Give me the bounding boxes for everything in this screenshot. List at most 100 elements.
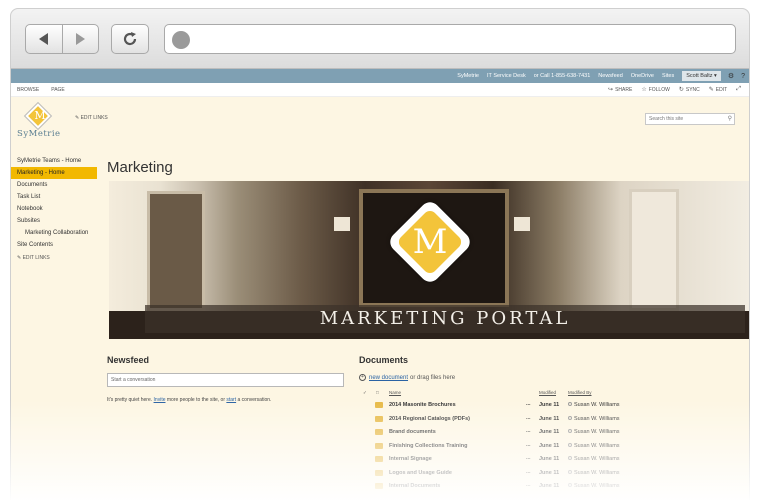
document-name[interactable]: Logos and Usage Guide (389, 470, 452, 476)
presence-icon (568, 402, 572, 406)
ribbon-actions: ↪ SHARE ☆ FOLLOW ↻ SYNC ✎ EDIT ⤢ (599, 86, 743, 93)
modified-by-name[interactable]: Susan W. Williams (574, 470, 620, 476)
ellipsis-menu[interactable]: ... (526, 415, 531, 421)
reload-icon (123, 32, 137, 46)
new-document-row: + new document or drag files here (359, 374, 455, 381)
table-row[interactable]: 2014 Regional Catalogs (PDFs)... June 11 S… (361, 413, 741, 427)
nav-edit-links-label: EDIT LINKS (22, 255, 50, 261)
plus-icon[interactable]: + (359, 374, 366, 381)
table-row[interactable]: Brand documents... June 11 Susan W. Willia… (361, 426, 741, 440)
table-row[interactable]: 2014 Masonite Brochures... June 11 Susan W… (361, 399, 741, 413)
edit-button[interactable]: ✎ EDIT (709, 86, 727, 94)
conversation-input[interactable]: Start a conversation (107, 373, 344, 387)
presence-icon (568, 469, 572, 474)
document-name[interactable]: 2014 Regional Catalogs (PDFs) (389, 416, 470, 422)
document-name[interactable]: Brand documents (389, 429, 436, 435)
banner-door-right (629, 189, 679, 311)
modified-by-name[interactable]: Susan W. Williams (574, 483, 620, 489)
modified-by-name[interactable]: Susan W. Williams (574, 456, 620, 462)
nav-item-marketing-home[interactable]: Marketing - Home (11, 167, 97, 179)
nav-edit-links[interactable]: ✎ EDIT LINKS (11, 255, 97, 261)
gear-icon[interactable]: ⚙ (728, 72, 734, 80)
modified-by-name[interactable]: Susan W. Williams (574, 402, 620, 408)
tab-browse[interactable]: BROWSE (17, 87, 39, 93)
table-row[interactable]: Internal Documents... June 11 Susan W. Wil… (361, 480, 741, 494)
document-name[interactable]: Internal Signage (389, 456, 432, 462)
nav-item-notebook[interactable]: Notebook (11, 203, 97, 215)
presence-icon (568, 456, 572, 460)
user-menu[interactable]: Scott Baltz ▾ (682, 71, 721, 81)
folder-icon (375, 442, 383, 449)
reload-button[interactable] (111, 24, 149, 54)
table-row[interactable]: Logos and Usage Guide... June 11 Susan W. … (361, 467, 741, 481)
newsfeed-note: It's pretty quiet here. Invite more peop… (107, 397, 271, 403)
search-icon[interactable]: ⚲ (728, 115, 732, 122)
document-name[interactable]: 2014 Masonite Brochures (389, 402, 456, 408)
ribbon-bar: BROWSE PAGE ↪ SHARE ☆ FOLLOW ↻ SYNC ✎ EDIT ⤢ (11, 83, 749, 97)
sync-icon: ↻ (678, 87, 684, 93)
ellipsis-menu[interactable]: ... (526, 482, 531, 488)
suite-link-service-desk[interactable]: IT Service Desk (487, 73, 526, 79)
suite-link-newsfeed[interactable]: Newsfeed (598, 73, 622, 79)
select-all-check-icon[interactable]: ✓ (363, 390, 367, 396)
modified-by-name[interactable]: Susan W. Williams (574, 416, 620, 422)
back-button[interactable] (26, 25, 62, 53)
table-row[interactable]: Finishing Collections Training... June 11… (361, 440, 741, 454)
presence-icon (568, 415, 572, 420)
document-modified-by: Susan W. Williams (568, 415, 620, 422)
modified-by-name[interactable]: Susan W. Williams (574, 443, 620, 449)
banner-lamp-left (334, 217, 350, 231)
tab-page[interactable]: PAGE (51, 87, 65, 93)
site-name[interactable]: SyMetrie (17, 129, 61, 139)
documents-title: Documents (359, 355, 409, 365)
folder-icon (375, 456, 383, 462)
search-input[interactable]: Search this site ⚲ (645, 113, 735, 125)
document-modified-by: Susan W. Williams (568, 429, 620, 435)
suite-link-sites[interactable]: Sites (662, 73, 674, 79)
new-document-link[interactable]: new document (369, 375, 408, 381)
nav-button-group (25, 24, 99, 54)
browser-window: SyMetrie IT Service Desk or Call 1-855-6… (10, 8, 750, 500)
modified-by-name[interactable]: Susan W. Williams (574, 429, 620, 435)
search-placeholder: Search this site (649, 116, 684, 122)
document-modified: June 11 (539, 483, 560, 489)
top-edit-links[interactable]: ✎ EDIT LINKS (75, 115, 108, 121)
site-logo-letter: M (34, 109, 46, 122)
folder-icon (375, 469, 383, 476)
table-row[interactable]: Internal Signage... June 11 Susan W. Willi… (361, 453, 741, 467)
address-bar[interactable] (164, 24, 736, 54)
nav-item-subsites[interactable]: Subsites (11, 215, 97, 227)
nav-item-task-list[interactable]: Task List (11, 191, 97, 203)
page-title: Marketing (107, 159, 173, 176)
suite-link-onedrive[interactable]: OneDrive (631, 73, 654, 79)
ellipsis-menu[interactable]: ... (526, 469, 531, 475)
help-icon[interactable]: ? (741, 73, 745, 80)
invite-link[interactable]: Invite (154, 397, 166, 403)
ellipsis-menu[interactable]: ... (526, 455, 531, 461)
document-name[interactable]: Finishing Collections Training (389, 443, 468, 449)
focus-button[interactable]: ⤢ (736, 86, 743, 93)
browser-toolbar (11, 9, 749, 69)
newsfeed-note-start: It's pretty quiet here. (107, 397, 153, 403)
suite-link-symetrie[interactable]: SyMetrie (457, 73, 479, 79)
column-modified[interactable]: Modified (539, 390, 556, 395)
suite-link-phone[interactable]: or Call 1-855-638-7431 (534, 73, 591, 79)
sync-button[interactable]: ↻ SYNC (678, 86, 700, 94)
nav-item-site-contents[interactable]: Site Contents (11, 239, 97, 251)
ellipsis-menu[interactable]: ... (526, 442, 531, 448)
ellipsis-menu[interactable]: ... (526, 401, 531, 407)
nav-item-teams-home[interactable]: SyMetrie Teams - Home (11, 155, 97, 167)
share-button[interactable]: ↪ SHARE (608, 86, 632, 94)
start-conversation-link[interactable]: start (226, 397, 236, 403)
document-name[interactable]: Internal Documents (389, 483, 440, 489)
forward-button[interactable] (61, 25, 99, 53)
quick-launch: SyMetrie Teams - Home Marketing - Home D… (11, 155, 97, 261)
column-modified-by[interactable]: Modified By (568, 390, 592, 395)
document-modified-by: Susan W. Williams (568, 456, 620, 462)
nav-item-documents[interactable]: Documents (11, 179, 97, 191)
nav-item-marketing-collaboration[interactable]: Marketing Collaboration (11, 227, 97, 239)
ellipsis-menu[interactable]: ... (526, 428, 531, 434)
follow-button[interactable]: ☆ FOLLOW (641, 86, 670, 94)
top-edit-links-label: EDIT LINKS (80, 115, 108, 121)
column-name[interactable]: Name (389, 390, 401, 395)
